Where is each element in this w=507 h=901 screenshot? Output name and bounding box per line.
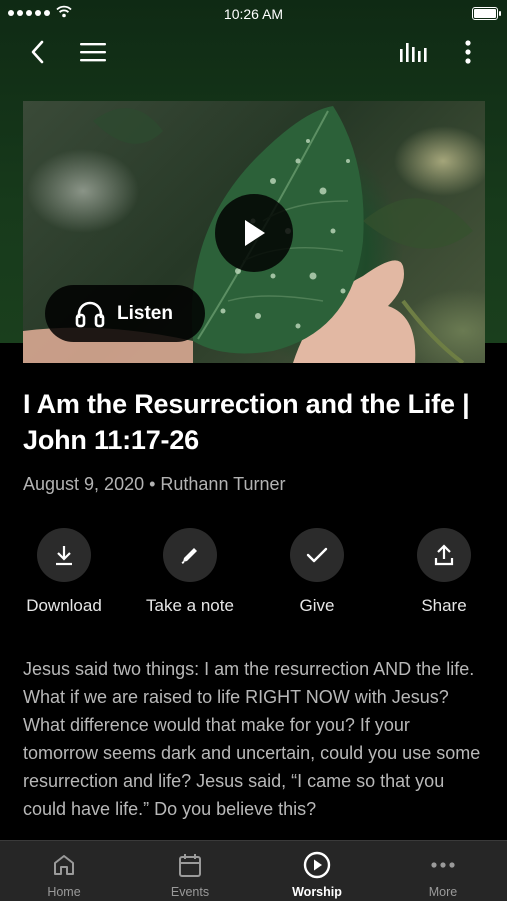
give-circle — [290, 528, 344, 582]
tab-more-label: More — [428, 885, 458, 899]
status-bar: 10:26 AM — [0, 0, 507, 28]
tab-home[interactable]: Home — [19, 841, 109, 901]
tab-events[interactable]: Events — [145, 841, 235, 901]
download-circle — [37, 528, 91, 582]
download-icon — [56, 546, 72, 566]
status-time: 10:26 AM — [223, 6, 284, 22]
listen-label: Listen — [117, 302, 173, 324]
give-button[interactable]: Give — [262, 528, 372, 616]
take-note-button[interactable]: Take a note — [135, 528, 245, 616]
more-horizontal-icon — [431, 862, 455, 868]
back-button[interactable] — [22, 36, 54, 68]
pencil-icon — [181, 548, 197, 564]
menu-button[interactable] — [77, 36, 109, 68]
equalizer-icon — [400, 43, 427, 62]
share-icon — [434, 544, 454, 566]
sermon-meta: August 9, 2020 • Ruthann Turner — [23, 474, 286, 494]
more-options-button[interactable] — [452, 36, 484, 68]
checkmark-icon — [306, 547, 328, 563]
hamburger-menu-icon — [80, 43, 106, 62]
home-icon — [54, 855, 74, 875]
take-note-circle — [163, 528, 217, 582]
audio-button[interactable] — [398, 36, 430, 68]
tab-worship[interactable]: Worship — [272, 841, 362, 901]
tab-worship-label: Worship — [292, 885, 342, 899]
share-label: Share — [421, 596, 467, 615]
play-icon — [245, 220, 265, 246]
share-circle — [417, 528, 471, 582]
calendar-icon — [179, 854, 201, 877]
sermon-description: Jesus said two things: I am the resurrec… — [23, 659, 481, 819]
chevron-left-icon — [31, 40, 44, 64]
play-circle-icon — [303, 851, 331, 879]
tab-bar: Home Events Worship More — [0, 840, 507, 901]
share-button[interactable]: Share — [389, 528, 499, 616]
sermon-title: I Am the Resurrection and the Life | Joh… — [23, 389, 470, 455]
tab-home-label: Home — [47, 885, 81, 899]
more-vertical-icon — [465, 40, 471, 64]
take-note-label: Take a note — [146, 596, 234, 615]
play-button[interactable] — [215, 194, 293, 272]
give-label: Give — [299, 596, 335, 615]
tab-events-label: Events — [170, 885, 210, 899]
tab-more[interactable]: More — [398, 841, 488, 901]
battery-icon — [472, 7, 501, 20]
listen-button[interactable]: Listen — [45, 285, 205, 342]
download-button[interactable]: Download — [9, 528, 119, 616]
download-label: Download — [26, 596, 102, 615]
headphones-icon — [75, 301, 105, 327]
